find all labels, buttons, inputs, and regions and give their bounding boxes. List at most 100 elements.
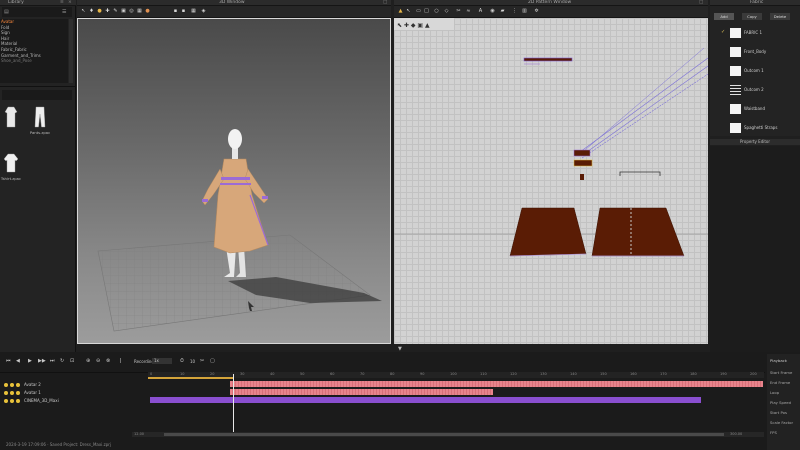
status-bar: 2024-3-19 17:09:06 · Saved Project: Dres… (6, 442, 111, 447)
library-thumbnail[interactable]: Tshirt.zpac (0, 152, 22, 182)
fabric-name: Waistband (744, 106, 765, 111)
track-row[interactable]: CINEMA_3D_Maxi (0, 397, 132, 405)
avatar-icon[interactable]: ● (145, 9, 150, 14)
camera-icon[interactable]: ◎ (129, 9, 134, 14)
view-icon[interactable]: ▪ (173, 9, 178, 14)
track-clip[interactable] (230, 389, 493, 395)
circle-icon[interactable]: ○ (434, 9, 439, 14)
fabric-list-item[interactable]: Outcom 1 (710, 62, 800, 79)
lock-icon[interactable] (10, 399, 14, 403)
lock-icon[interactable] (10, 391, 14, 395)
scene-3d (97, 129, 382, 332)
solo-icon[interactable] (16, 399, 20, 403)
record-icon[interactable]: ⊡ (70, 358, 74, 364)
fold-icon[interactable]: ✎ (113, 9, 118, 14)
dart-icon[interactable]: ◇ (444, 9, 449, 14)
ruler-tick: 190 (720, 372, 727, 376)
timeline-ruler[interactable]: 0 10 20 30 40 50 60 70 80 90 100 110 120… (148, 372, 764, 378)
track-clip[interactable] (230, 381, 763, 387)
timeline-scrollbar-track[interactable]: 12.00 300.00 (132, 432, 764, 437)
playhead[interactable] (233, 374, 234, 432)
fabric-list-item[interactable]: Spaghetti Straps (710, 119, 800, 136)
sewing-icon[interactable]: ✂ (456, 9, 461, 14)
key-icon[interactable]: ⊕ (86, 358, 90, 364)
folder-icon[interactable]: ▤ (4, 9, 9, 15)
gear-icon[interactable]: ✲ (534, 9, 539, 14)
trim-icon[interactable]: ▰ (500, 9, 505, 14)
speed-icon[interactable]: ⏱ (180, 358, 184, 364)
marker-icon[interactable]: ǀ (120, 358, 121, 364)
render-icon[interactable]: ◈ (201, 9, 206, 14)
fabric-swatch (730, 85, 741, 95)
marker-icon[interactable]: ▢ (210, 358, 215, 364)
library-tree: Avatar Fold Sign Hair Material Fabric_Fa… (0, 19, 68, 83)
key-icon[interactable]: ⊖ (96, 358, 100, 364)
select-icon[interactable]: ↖ (81, 9, 86, 14)
window3d-viewport[interactable] (77, 18, 391, 344)
cut-icon[interactable]: ✂ (200, 358, 204, 364)
thumbnail-label: Pants.zpac (29, 130, 51, 135)
button-icon[interactable]: ◉ (490, 9, 495, 14)
ruler-tick: 180 (690, 372, 697, 376)
library-scrollbar[interactable] (69, 19, 73, 83)
prev-frame-icon[interactable]: ◀ (16, 358, 20, 364)
window2d-viewport[interactable]: ⬉ ✚ ◆ ▣ ▲ (394, 18, 708, 344)
fabric-list-item[interactable]: Front_Body (710, 43, 800, 60)
ruler-tick: 70 (360, 372, 365, 376)
text-icon[interactable]: A (478, 9, 483, 14)
rewind-icon[interactable]: ⏮ (6, 358, 11, 364)
divider (0, 86, 76, 87)
tshirt-tool-icon[interactable]: ♦ (89, 9, 94, 14)
track-row[interactable]: Avatar 1 (0, 389, 132, 397)
animation-toolbar: ⏮ ◀ ▶ ▶▶ ⏭ ↻ ⊡ ⊕ ⊖ ⊗ ǀ Recording Mode 1x… (0, 356, 765, 368)
pin-icon[interactable]: ✚ (105, 9, 110, 14)
visibility-icon[interactable] (4, 383, 8, 387)
avatar-tool-icon[interactable]: ● (97, 9, 102, 14)
frame-field[interactable]: 10 (190, 359, 195, 364)
edit-pattern-icon[interactable]: ↖ (406, 9, 411, 14)
library-thumbnail[interactable]: Pants.zpac (29, 106, 51, 136)
transform-icon[interactable]: ▲ (398, 9, 403, 14)
fabric-delete-button[interactable]: Delete (770, 13, 790, 20)
fabric-list-item[interactable]: ✓ FABRIC 1 (710, 24, 800, 41)
zipper-icon[interactable]: ⋮ (512, 9, 517, 14)
ruler-tick: 90 (420, 372, 425, 376)
texture-icon[interactable]: ▦ (137, 9, 142, 14)
grid-icon[interactable]: ▦ (191, 9, 196, 14)
fabric-copy-button[interactable]: Copy (742, 13, 762, 20)
measure-icon[interactable]: ▣ (121, 9, 126, 14)
library-tree-item[interactable]: Shoe_and_Pose (0, 58, 68, 64)
library-thumbnail[interactable] (0, 106, 22, 136)
zoom-select[interactable]: 1x (152, 358, 172, 364)
property-label: Start Frame (770, 370, 793, 375)
pleat-icon[interactable]: ▥ (522, 9, 527, 14)
track-name: CINEMA_3D_Maxi (24, 398, 59, 403)
rect-icon[interactable]: □ (424, 9, 429, 14)
loop-icon[interactable]: ↻ (60, 358, 64, 364)
visibility-icon[interactable] (4, 391, 8, 395)
lock-icon[interactable] (10, 383, 14, 387)
track-row[interactable]: Avatar 2 (0, 381, 132, 389)
fabric-list-item[interactable]: Waistband (710, 100, 800, 117)
work-range-bar[interactable] (148, 377, 234, 379)
polygon-icon[interactable]: ▭ (416, 9, 421, 14)
animation-property-panel: Playback Start Frame End Frame Loop Play… (767, 354, 800, 450)
fabric-list-item[interactable]: Outcom 2 (710, 81, 800, 98)
property-label: Play Speed (770, 400, 792, 405)
dress-body (213, 158, 269, 254)
solo-icon[interactable] (16, 391, 20, 395)
visibility-icon[interactable] (4, 399, 8, 403)
seam-icon[interactable]: ≈ (466, 9, 471, 14)
tshirt-icon (4, 153, 18, 173)
fabric-add-button[interactable]: Add (714, 13, 734, 20)
next-frame-icon[interactable]: ▶▶ (38, 358, 46, 364)
solo-icon[interactable] (16, 383, 20, 387)
timeline-scroll-thumb[interactable] (164, 433, 724, 436)
list-view-icon[interactable]: ☰ (62, 9, 66, 15)
end-icon[interactable]: ⏭ (50, 358, 55, 364)
ruler-tick: 130 (540, 372, 547, 376)
view-icon[interactable]: ▪ (181, 9, 186, 14)
play-icon[interactable]: ▶ (28, 358, 32, 364)
thumbnail-label: Tshirt.zpac (0, 176, 22, 181)
key-icon[interactable]: ⊗ (106, 358, 110, 364)
